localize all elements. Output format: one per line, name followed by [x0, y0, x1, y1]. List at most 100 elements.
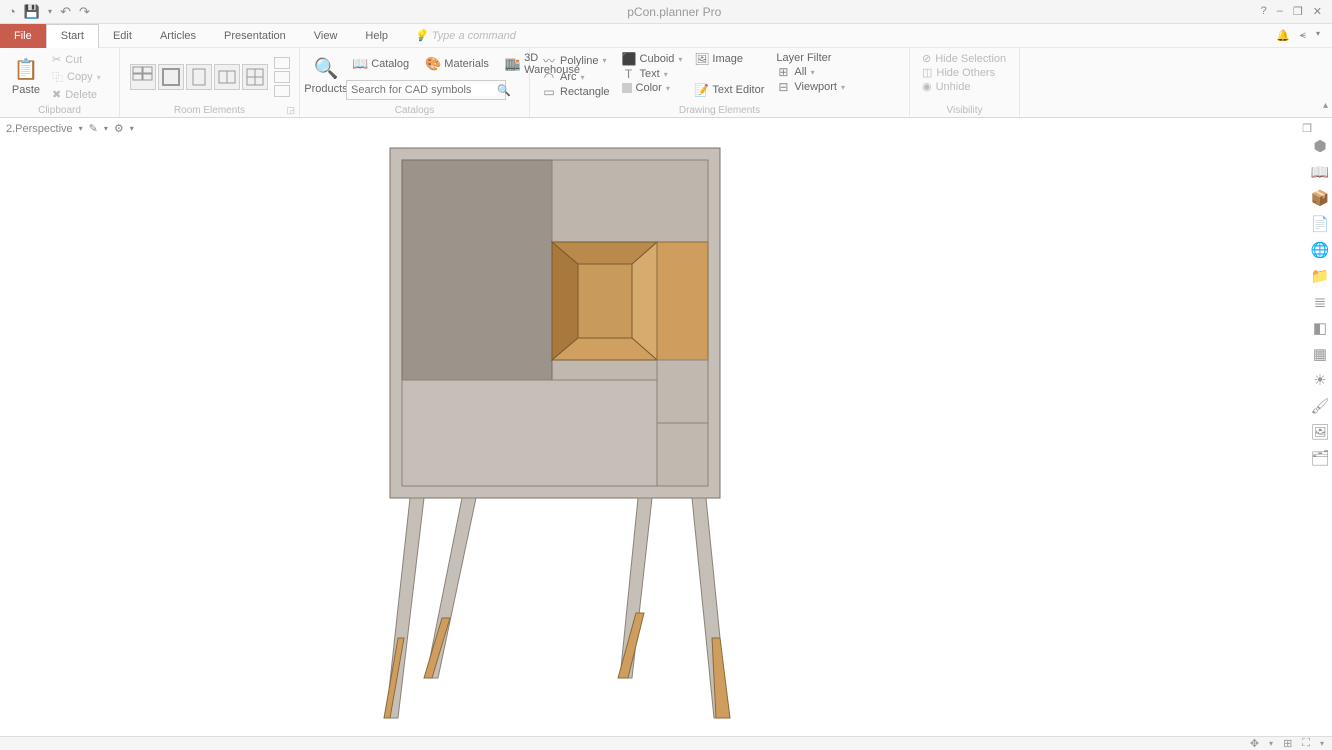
cube-icon[interactable]: ⬢	[1310, 136, 1330, 156]
ribbon-collapse-icon[interactable]: ▴	[1323, 100, 1328, 111]
close-icon[interactable]: ✕	[1313, 5, 1322, 18]
delete-icon: ✖	[52, 88, 61, 101]
tab-presentation[interactable]: Presentation	[210, 24, 300, 48]
pen-icon[interactable]: ✎	[89, 122, 98, 135]
document-icon[interactable]: 📄	[1310, 214, 1330, 234]
right-toolbar: ⬢ 📖 📦 📄 🌐 📁 ≣ ◧ ▦ ☀ 🖌 🖼 🗂	[1308, 136, 1332, 468]
palette-icon: 🎨	[425, 56, 441, 72]
room-extra-1[interactable]	[274, 57, 290, 69]
viewport-maximize-icon[interactable]: ❐	[1302, 122, 1312, 135]
view-dd1[interactable]: ▾	[79, 124, 83, 133]
room-extra-3[interactable]	[274, 85, 290, 97]
status-dd[interactable]: ▾	[1269, 739, 1273, 748]
brush-icon[interactable]: 🖌	[1310, 396, 1330, 416]
cad-search[interactable]: 🔍	[346, 80, 506, 100]
view-name[interactable]: 2.Perspective	[6, 123, 73, 135]
layer-filter-tool[interactable]: Layer Filter	[774, 52, 847, 64]
all-tool[interactable]: ⊞All▾	[774, 65, 847, 79]
materials-button[interactable]: 🎨Materials	[419, 50, 495, 78]
book-open-icon[interactable]: 📖	[1310, 162, 1330, 182]
save-icon[interactable]: 💾	[24, 4, 40, 20]
hide-others-icon: ◫	[922, 66, 932, 79]
menu-bar: File Start Edit Articles Presentation Vi…	[0, 24, 1332, 48]
view-dd2[interactable]: ▾	[104, 124, 108, 133]
color-tool[interactable]: Color▾	[620, 82, 685, 94]
text-editor-tool[interactable]: 📝Text Editor	[692, 83, 766, 97]
image-tool[interactable]: 🖼Image	[692, 52, 766, 66]
grid-status-icon[interactable]: ⊞	[1283, 737, 1292, 750]
sun-icon[interactable]: ☀	[1310, 370, 1330, 390]
viewport[interactable]: 2.Perspective ▾ ✎ ▾ ⚙ ▾ ❐	[0, 118, 1332, 736]
redo-icon[interactable]: ↷	[79, 4, 90, 20]
products-button[interactable]: 🔍 Products	[306, 50, 346, 100]
settings-dropdown-icon[interactable]: ▾	[1316, 29, 1320, 42]
layers-icon[interactable]: ≣	[1310, 292, 1330, 312]
box-icon[interactable]: 📦	[1310, 188, 1330, 208]
view-label: 2.Perspective ▾ ✎ ▾ ⚙ ▾	[6, 122, 134, 135]
search-submit-icon[interactable]: 🔍	[497, 84, 511, 97]
unhide-icon: ◉	[922, 80, 932, 93]
panel-room: Room Elements ◲	[120, 48, 300, 117]
clipboard-icon: 📋	[14, 57, 39, 82]
hide-others-button[interactable]: ◫Hide Others	[920, 66, 1008, 79]
status-bar: ✥ ▾ ⊞ ⛶ ▾	[0, 736, 1332, 750]
undo-icon[interactable]: ↶	[60, 4, 71, 20]
grid-icon: ⊞	[776, 65, 790, 79]
tab-view[interactable]: View	[300, 24, 352, 48]
furniture-object[interactable]	[380, 138, 740, 731]
move-icon[interactable]: ✥	[1250, 737, 1259, 750]
rectangle-tool[interactable]: ▭Rectangle	[540, 85, 612, 99]
gear-view-icon[interactable]: ⚙	[114, 122, 124, 135]
text-icon: T	[622, 67, 636, 81]
tab-start[interactable]: Start	[46, 24, 99, 48]
status-dd2[interactable]: ▾	[1320, 739, 1324, 748]
panel-catalogs: 🔍 Products 📖Catalog 🎨Materials 🏬3D Wareh…	[300, 48, 530, 117]
card-icon[interactable]: 🗂	[1310, 448, 1330, 468]
notify-icon[interactable]: 🔔	[1276, 29, 1290, 42]
quick-access-toolbar: ◔ 💾 ▾ ↶ ↷	[0, 4, 98, 20]
hide-icon: ⊘	[922, 52, 931, 65]
minimize-icon[interactable]: –	[1277, 5, 1283, 18]
copy-button[interactable]: ⿻Copy▾	[50, 68, 103, 86]
room-dialog-launcher[interactable]: ◲	[286, 105, 295, 116]
cuboid-tool[interactable]: ⬛Cuboid▾	[620, 52, 685, 66]
fullscreen-icon[interactable]: ⛶	[1302, 737, 1310, 750]
wall-tool[interactable]	[130, 64, 156, 90]
door-tool[interactable]	[186, 64, 212, 90]
picture-icon[interactable]: 🖼	[1310, 422, 1330, 442]
delete-button[interactable]: ✖Delete	[50, 87, 103, 102]
text-tool[interactable]: TText▾	[620, 67, 685, 81]
viewport-tool[interactable]: ⊟Viewport▾	[774, 80, 847, 94]
cut-button[interactable]: ✂Cut	[50, 52, 103, 67]
tab-help[interactable]: Help	[351, 24, 402, 48]
globe-icon[interactable]: 🌐	[1310, 240, 1330, 260]
cad-search-input[interactable]	[347, 84, 497, 96]
help-icon[interactable]: ?	[1261, 5, 1267, 18]
arc-tool[interactable]: ◠Arc▾	[540, 70, 612, 84]
floor-tool[interactable]	[242, 64, 268, 90]
catalog-button[interactable]: 📖Catalog	[346, 50, 415, 78]
grid-surface-icon[interactable]: ▦	[1310, 344, 1330, 364]
polyline-tool[interactable]: 〰Polyline▾	[540, 52, 612, 69]
view-dd3[interactable]: ▾	[130, 124, 134, 133]
window-tool[interactable]	[214, 64, 240, 90]
panel-label-room: Room Elements	[174, 105, 245, 116]
unhide-button[interactable]: ◉Unhide	[920, 80, 1008, 93]
folder-icon[interactable]: 📁	[1310, 266, 1330, 286]
tab-articles[interactable]: Articles	[146, 24, 210, 48]
command-box[interactable]: 💡 Type a command	[414, 29, 516, 42]
swatch-icon[interactable]: ◧	[1310, 318, 1330, 338]
rectangle-icon: ▭	[542, 85, 556, 99]
maximize-icon[interactable]: ❐	[1293, 5, 1303, 18]
share-icon[interactable]: ⪪	[1300, 29, 1306, 42]
paste-button[interactable]: 📋 Paste	[6, 50, 46, 103]
qat-dropdown-icon[interactable]: ▾	[48, 7, 52, 16]
color-icon	[622, 83, 632, 93]
tab-edit[interactable]: Edit	[99, 24, 146, 48]
room-extra-2[interactable]	[274, 71, 290, 83]
room-tool[interactable]	[158, 64, 184, 90]
file-menu[interactable]: File	[0, 24, 46, 48]
hide-selection-button[interactable]: ⊘Hide Selection	[920, 52, 1008, 65]
app-icon[interactable]: ◔	[8, 4, 16, 19]
copy-icon: ⿻	[52, 69, 63, 85]
